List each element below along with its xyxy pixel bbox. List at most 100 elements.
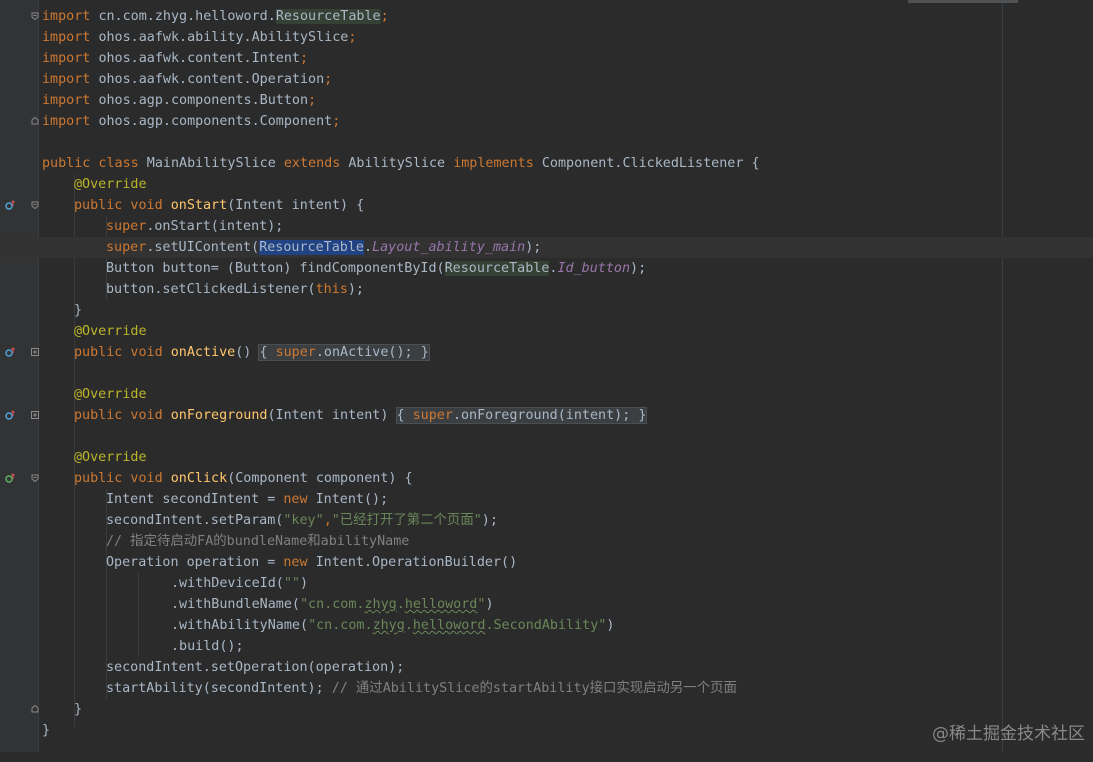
editor-scrollbar[interactable] <box>908 0 1018 3</box>
code-text: .onActive(); <box>315 345 421 360</box>
code-line[interactable]: Intent secondIntent = new Intent(); <box>0 489 1093 510</box>
comment: // 指定待启动FA的bundleName和abilityName <box>106 534 410 549</box>
code-line-annotation[interactable]: @Override <box>0 447 1093 468</box>
string-literal: .SecondAbility" <box>485 618 607 633</box>
code-line[interactable]: super.onStart(intent); <box>0 216 1093 237</box>
fold-end-icon[interactable] <box>31 117 39 125</box>
import-path: ohos.aafwk.ability.AbilitySlice <box>98 30 349 45</box>
comma: , <box>323 513 332 528</box>
keyword: public void <box>74 408 171 423</box>
code-line-annotation[interactable]: @Override <box>0 174 1093 195</box>
folded-block[interactable]: { super.onActive(); } <box>258 344 430 361</box>
fold-collapsed-icon[interactable] <box>31 348 39 356</box>
super-keyword: super <box>106 219 147 234</box>
closing-brace: } <box>74 702 83 717</box>
code-line[interactable]: .withAbilityName("cn.com.zhyg.helloword.… <box>0 615 1093 636</box>
code-line[interactable]: Operation operation = new Intent.Operati… <box>0 552 1093 573</box>
override-marker-icon[interactable] <box>5 410 16 421</box>
code-line-annotation[interactable]: @Override <box>0 384 1093 405</box>
class-ref: ResourceTable <box>444 261 550 276</box>
code-line-comment[interactable]: // 指定待启动FA的bundleName和abilityName <box>0 531 1093 552</box>
code-text: ); <box>525 240 542 255</box>
code-line-import-2[interactable]: import ohos.aafwk.ability.AbilitySlice; <box>0 27 1093 48</box>
code-text: secondIntent.setOperation(operation); <box>106 660 405 675</box>
code-line-onforeground[interactable]: public void onForeground(Intent intent) … <box>0 405 1093 426</box>
semicolon: ; <box>380 9 389 24</box>
code-line-import-6[interactable]: import ohos.agp.components.Component; <box>0 111 1093 132</box>
override-annotation: @Override <box>74 450 147 465</box>
code-line[interactable]: } <box>0 300 1093 321</box>
code-text: .withDeviceId( <box>171 576 284 591</box>
code-line-onactive[interactable]: public void onActive() { super.onActive(… <box>0 342 1093 363</box>
import-keyword: import <box>42 114 91 129</box>
code-line[interactable]: startAbility(secondIntent); // 通过Ability… <box>0 678 1093 699</box>
keyword: implements <box>453 156 534 171</box>
params: () <box>235 345 260 360</box>
new-keyword: new <box>283 492 308 507</box>
fold-marker-icon[interactable] <box>31 201 39 209</box>
code-line[interactable]: secondIntent.setOperation(operation); <box>0 657 1093 678</box>
string-literal: "cn.com. <box>308 618 373 633</box>
code-line-import-5[interactable]: import ohos.agp.components.Button; <box>0 90 1093 111</box>
closing-brace: } <box>42 723 51 738</box>
code-line-class-decl[interactable]: public class MainAbilitySlice extends Ab… <box>0 153 1093 174</box>
code-text: Intent(); <box>307 492 389 507</box>
implement-marker-icon[interactable] <box>5 473 16 484</box>
code-line-current[interactable]: super.setUIContent(ResourceTable.Layout_… <box>0 237 1093 258</box>
code-text: Intent.OperationBuilder() <box>307 555 518 570</box>
override-marker-icon[interactable] <box>5 347 16 358</box>
code-line-annotation[interactable]: @Override <box>0 321 1093 342</box>
string-literal: "" <box>283 576 300 591</box>
fold-marker-icon[interactable] <box>31 12 39 20</box>
semicolon: ; <box>299 51 309 66</box>
static-field: Id_button <box>557 261 631 276</box>
code-line[interactable]: .withBundleName("cn.com.zhyg.helloword") <box>0 594 1093 615</box>
code-line[interactable]: } <box>0 699 1093 720</box>
code-text: ); <box>481 513 498 528</box>
params: (Intent intent) { <box>227 198 365 213</box>
code-line[interactable]: .build(); <box>0 636 1093 657</box>
import-path: ohos.agp.components.Button <box>98 93 309 108</box>
class-name: MainAbilitySlice <box>138 156 284 171</box>
params: (Intent intent) <box>267 408 397 423</box>
code-text: .withAbilityName( <box>171 618 309 633</box>
code-line-import-3[interactable]: import ohos.aafwk.content.Intent; <box>0 48 1093 69</box>
code-text: . <box>364 240 373 255</box>
code-line-onstart-decl[interactable]: public void onStart(Intent intent) { <box>0 195 1093 216</box>
code-line-import-4[interactable]: import ohos.aafwk.content.Operation; <box>0 69 1093 90</box>
import-path: ohos.agp.components.Component <box>98 114 333 129</box>
params: (Component component) { <box>227 471 413 486</box>
code-line-onclick-decl[interactable]: public void onClick(Component component)… <box>0 468 1093 489</box>
fold-marker-icon[interactable] <box>31 474 39 482</box>
interface-name: Component.ClickedListener { <box>533 156 760 171</box>
keyword: public void <box>74 198 171 213</box>
code-line-import-1[interactable]: import cn.com.zhyg.helloword.ResourceTab… <box>0 6 1093 27</box>
fold-end-icon[interactable] <box>31 705 39 713</box>
override-marker-icon[interactable] <box>5 200 16 211</box>
code-text: .onForeground(intent); <box>452 408 639 423</box>
selected-identifier: ResourceTable <box>259 240 364 255</box>
code-text: ); <box>630 261 647 276</box>
code-line[interactable]: } <box>0 720 1093 741</box>
code-line[interactable]: secondIntent.setParam("key","已经打开了第二个页面"… <box>0 510 1093 531</box>
string-literal: "key" <box>283 513 324 528</box>
folded-block[interactable]: { super.onForeground(intent); } <box>395 407 648 424</box>
code-text: Button button= (Button) findComponentByI… <box>106 261 445 276</box>
code-line[interactable]: Button button= (Button) findComponentByI… <box>0 258 1093 279</box>
method-name: onForeground <box>170 408 268 423</box>
typo-word: zhyg <box>372 618 405 633</box>
keyword: public class <box>42 156 139 171</box>
code-text: { <box>396 408 413 423</box>
fold-collapsed-icon[interactable] <box>31 411 39 419</box>
code-text: button.setClickedListener( <box>106 282 316 297</box>
semicolon: ; <box>348 30 357 45</box>
closing-brace: } <box>638 408 647 423</box>
keyword: extends <box>283 156 341 171</box>
string-literal: "已经打开了第二个页面" <box>331 513 482 528</box>
code-line[interactable]: .withDeviceId("") <box>0 573 1093 594</box>
semicolon: ; <box>332 114 341 129</box>
code-text: ) <box>606 618 615 633</box>
super-keyword: super <box>275 345 316 360</box>
static-field: Layout_ability_main <box>372 240 526 255</box>
code-line[interactable]: button.setClickedListener(this); <box>0 279 1093 300</box>
